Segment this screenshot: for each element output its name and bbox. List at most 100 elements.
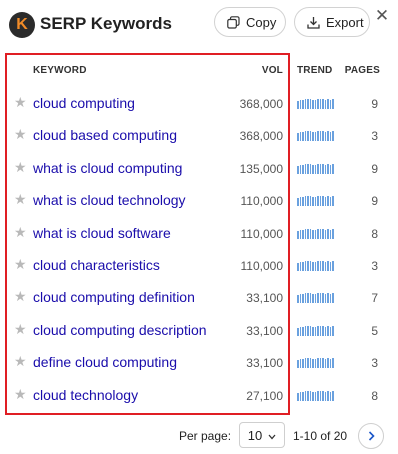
table-row: ★ what is cloud software 110,000 8 [6, 217, 390, 249]
trend-bar [307, 99, 309, 109]
trend-sparkline [297, 196, 334, 207]
keyword-link[interactable]: what is cloud software [33, 225, 171, 241]
keyword-link[interactable]: cloud computing definition [33, 289, 195, 305]
trend-bar [314, 326, 316, 336]
keyword-pages: 5 [371, 323, 378, 338]
star-icon[interactable]: ★ [14, 224, 27, 241]
table-row: ★ cloud computing description 33,100 5 [6, 314, 390, 346]
export-button-label: Export [326, 14, 364, 30]
trend-bar [304, 228, 306, 239]
trend-bar [304, 358, 306, 369]
copy-button[interactable]: Copy [214, 7, 286, 37]
next-page-button[interactable] [358, 423, 384, 449]
trend-bar [307, 358, 309, 369]
trend-sparkline [297, 261, 334, 271]
trend-bar [304, 196, 306, 207]
trend-bar [309, 131, 311, 142]
trend-bar [299, 391, 301, 401]
trend-bar [297, 230, 299, 239]
trend-bar [304, 99, 306, 109]
trend-bar [324, 359, 326, 369]
star-icon[interactable]: ★ [14, 386, 27, 403]
trend-bar [322, 390, 324, 401]
trend-bar [317, 325, 319, 336]
export-button[interactable]: Export [294, 7, 370, 37]
star-icon[interactable]: ★ [14, 353, 27, 370]
trend-bar [302, 132, 304, 142]
keyword-link[interactable]: cloud computing [33, 95, 135, 111]
keyword-pages: 8 [371, 226, 378, 241]
trend-bar [312, 326, 314, 336]
trend-bar [307, 131, 309, 142]
trend-bar [309, 196, 311, 207]
keyword-link[interactable]: define cloud computing [33, 354, 177, 370]
star-icon[interactable]: ★ [14, 94, 27, 111]
trend-bar [322, 325, 324, 336]
star-icon[interactable]: ★ [14, 256, 27, 273]
trend-bar [302, 100, 304, 109]
keyword-pages: 9 [371, 194, 378, 209]
keyword-link[interactable]: cloud based computing [33, 127, 177, 143]
trend-bar [302, 197, 304, 207]
trend-sparkline [297, 325, 334, 336]
trend-bar [297, 360, 299, 369]
trend-bar [317, 196, 319, 207]
trend-bar [314, 262, 316, 271]
star-icon[interactable]: ★ [14, 126, 27, 143]
column-header-pages[interactable]: PAGES [345, 65, 380, 76]
keyword-volume: 110,000 [240, 194, 284, 209]
trend-bar [302, 262, 304, 271]
pagination-range: 1-10 of 20 [293, 429, 348, 443]
trend-bar [319, 196, 321, 207]
trend-bar [332, 196, 334, 207]
trend-bar [312, 262, 314, 271]
trend-bar [307, 325, 309, 336]
trend-bar [302, 326, 304, 336]
trend-bar [304, 390, 306, 401]
keyword-link[interactable]: cloud technology [33, 387, 138, 403]
trend-bar [332, 293, 334, 304]
star-icon[interactable]: ★ [14, 191, 27, 208]
trend-bar [314, 132, 316, 142]
trend-bar [307, 228, 309, 239]
star-icon[interactable]: ★ [14, 288, 27, 305]
trend-bar [299, 197, 301, 207]
trend-bar [327, 163, 329, 174]
trend-bar [314, 391, 316, 401]
keyword-link[interactable]: cloud characteristics [33, 257, 160, 273]
trend-bar [297, 133, 299, 142]
keyword-volume: 135,000 [239, 161, 283, 176]
trend-bar [307, 390, 309, 401]
keyword-link[interactable]: cloud computing description [33, 322, 207, 338]
star-icon[interactable]: ★ [14, 321, 27, 338]
trend-bar [299, 326, 301, 336]
trend-bar [327, 325, 329, 336]
trend-bar [329, 164, 331, 174]
column-header-vol[interactable]: VOL [262, 65, 283, 76]
serp-keywords-panel: K SERP Keywords Copy Export ✕ KEYWORD VO… [0, 0, 398, 454]
close-icon[interactable]: ✕ [374, 6, 390, 25]
trend-bar [322, 358, 324, 369]
trend-bar [314, 197, 316, 207]
column-header-keyword[interactable]: KEYWORD [33, 65, 87, 76]
table-row: ★ cloud computing definition 33,100 7 [6, 281, 390, 313]
star-icon[interactable]: ★ [14, 159, 27, 176]
keyword-volume: 368,000 [239, 97, 283, 111]
trend-bar [299, 294, 301, 304]
trend-sparkline [297, 293, 334, 304]
trend-bar [322, 99, 324, 109]
trend-bar [297, 295, 299, 304]
trend-bar [312, 100, 314, 109]
keyword-link[interactable]: what is cloud computing [33, 160, 182, 176]
trend-bar [319, 228, 321, 239]
trend-bar [302, 164, 304, 174]
trend-bar [314, 359, 316, 369]
trend-bar [309, 293, 311, 304]
trend-bar [302, 359, 304, 369]
trend-bar [332, 358, 334, 369]
per-page-select[interactable]: 10 [239, 422, 285, 448]
keyword-volume: 27,100 [246, 388, 283, 403]
trend-bar [332, 163, 334, 174]
keyword-volume: 110,000 [240, 259, 284, 273]
keyword-link[interactable]: what is cloud technology [33, 192, 186, 208]
